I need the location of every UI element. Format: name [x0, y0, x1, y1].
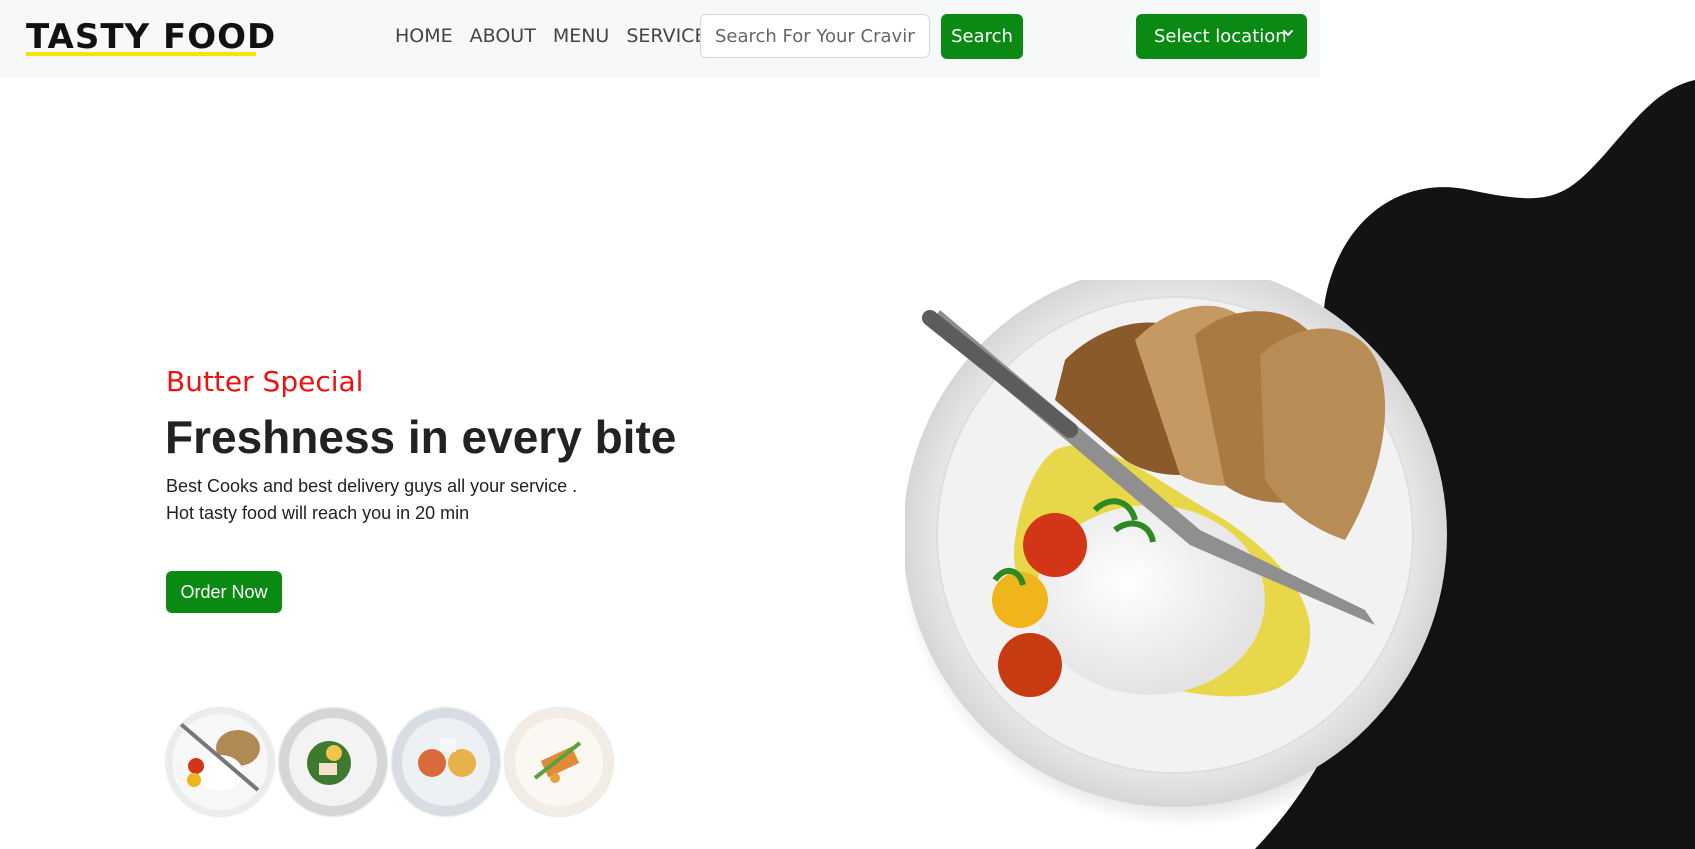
hero-headline: Freshness in every bite: [165, 411, 677, 463]
nav-menu[interactable]: MENU: [553, 25, 610, 47]
nav-links: HOME ABOUT MENU SERVICES: [395, 25, 719, 47]
search-input[interactable]: [700, 14, 930, 58]
hero-eyebrow: Butter Special: [166, 365, 364, 398]
nav-about[interactable]: ABOUT: [470, 25, 536, 47]
order-now-button[interactable]: Order Now: [166, 571, 282, 613]
search-button[interactable]: Search: [941, 14, 1023, 59]
plate-image: [905, 280, 1468, 828]
nav-home[interactable]: HOME: [395, 25, 453, 47]
location-select[interactable]: Select location: [1136, 14, 1307, 59]
dish-thumb-2[interactable]: [279, 708, 387, 816]
brand-underline: [26, 52, 256, 56]
location-label: Select location: [1154, 26, 1287, 47]
chevron-down-icon: [1283, 30, 1293, 36]
brand-logo[interactable]: TASTY FOOD: [26, 17, 276, 57]
dish-thumb-4[interactable]: [505, 708, 613, 816]
dish-thumbnails: [166, 708, 613, 816]
navbar: TASTY FOOD HOME ABOUT MENU SERVICES Sear…: [0, 0, 1320, 77]
dish-thumb-3[interactable]: [392, 708, 500, 816]
dish-thumb-1[interactable]: [166, 708, 274, 816]
hero-description-line: Hot tasty food will reach you in 20 min: [166, 503, 470, 523]
hero-description-line: Best Cooks and best delivery guys all yo…: [166, 476, 578, 496]
hero-description: Best Cooks and best delivery guys all yo…: [166, 473, 577, 527]
